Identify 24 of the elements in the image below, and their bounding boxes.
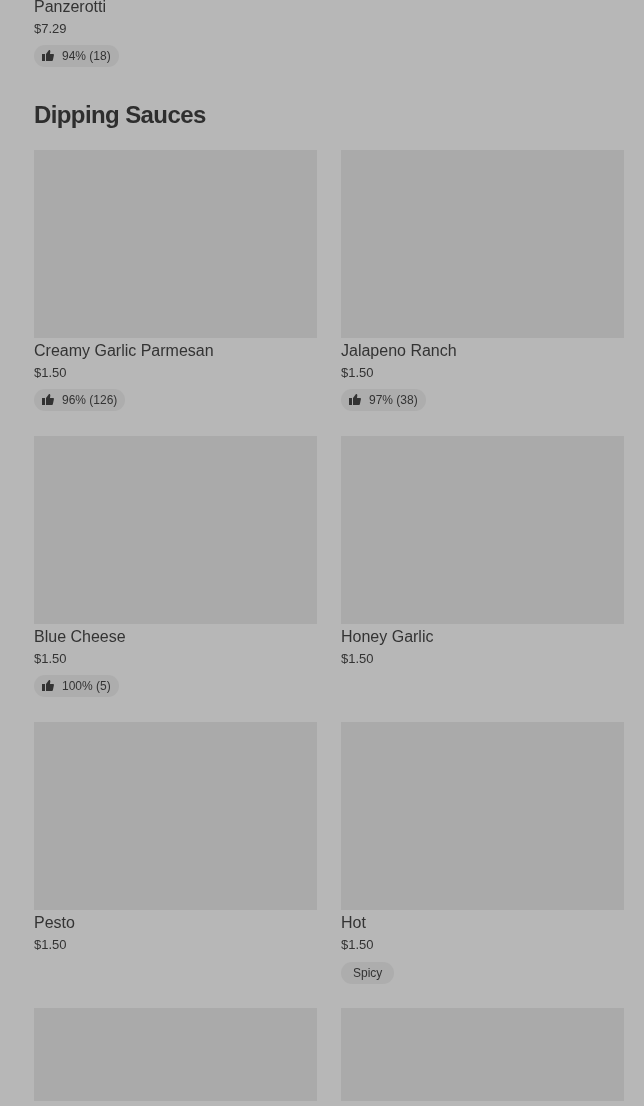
thumbs-up-icon — [42, 394, 54, 405]
rating-text: 96% (126) — [62, 391, 118, 409]
rating-text: 100% (5) — [62, 677, 111, 695]
item-price: $7.29 — [34, 20, 68, 38]
item-name[interactable]: Creamy Garlic Parmesan — [34, 340, 317, 362]
item-name[interactable]: Panzerotti — [34, 0, 624, 18]
item-price: $1.50 — [341, 650, 375, 668]
spicy-tag: Spicy — [341, 962, 395, 984]
item-name[interactable]: Hot — [341, 912, 624, 934]
item-name[interactable]: Blue Cheese — [34, 626, 317, 648]
rating-text: 97% (38) — [369, 391, 418, 409]
thumbs-up-icon — [42, 50, 54, 61]
section-title: Dipping Sauces — [34, 100, 207, 130]
item-name[interactable]: Pesto — [34, 912, 317, 934]
thumbs-up-icon — [42, 680, 54, 691]
item-price: $1.50 — [341, 936, 375, 954]
item-price: $1.50 — [34, 650, 68, 668]
item-price: $1.50 — [341, 364, 375, 382]
thumbs-up-icon — [349, 394, 361, 405]
item-price: $1.50 — [34, 936, 68, 954]
item-name[interactable]: Honey Garlic — [341, 626, 624, 648]
rating-text: 94% (18) — [62, 47, 111, 65]
item-name[interactable]: Jalapeno Ranch — [341, 340, 624, 362]
item-price: $1.50 — [34, 364, 68, 382]
